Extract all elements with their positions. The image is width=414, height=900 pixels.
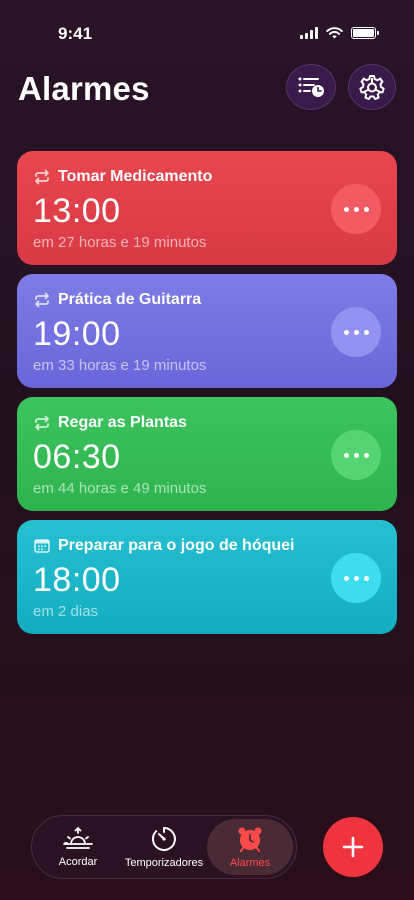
tab-label: Alarmes [229, 857, 271, 869]
gear-icon [359, 75, 385, 100]
tab-label: Temporizadores [124, 857, 204, 869]
cellular-signal-icon [300, 27, 318, 39]
more-options-button[interactable] [331, 184, 381, 234]
alarm-card[interactable]: Regar as Plantas 06:30 em 44 horas e 49 … [17, 397, 397, 511]
alarm-time: 06:30 [33, 438, 121, 476]
alarm-remaining: em 2 dias [33, 603, 99, 620]
more-options-button[interactable] [331, 430, 381, 480]
status-time: 9:41 [58, 24, 93, 43]
alarm-remaining: em 44 horas e 49 minutos [33, 480, 207, 497]
battery-icon [351, 27, 379, 39]
alarm-time: 19:00 [33, 315, 121, 353]
page-title: Alarmes [18, 70, 150, 107]
sunrise-icon [63, 826, 93, 849]
tab-alarmes[interactable]: Alarmes [207, 819, 293, 875]
timer-icon [151, 827, 176, 851]
wifi-icon [326, 27, 343, 39]
tab-acordar[interactable]: Acordar [35, 819, 121, 875]
settings-button[interactable] [348, 64, 396, 110]
list-clock-icon [298, 77, 324, 97]
alarm-remaining: em 27 horas e 19 minutos [33, 234, 207, 251]
status-icons [300, 27, 379, 39]
tab-label: Acordar [58, 856, 98, 868]
plus-icon [342, 836, 364, 858]
alarm-name: Prática de Guitarra [58, 291, 202, 308]
alarm-name: Regar as Plantas [58, 414, 187, 431]
tab-temporizadores[interactable]: Temporizadores [121, 819, 207, 875]
alarm-time: 13:00 [33, 192, 121, 230]
alarm-card[interactable]: Prática de Guitarra 19:00 em 33 horas e … [17, 274, 397, 388]
repeat-icon [35, 169, 49, 185]
alarm-clock-icon [238, 827, 262, 852]
alarm-card[interactable]: Preparar para o jogo de hóquei 18:00 em … [17, 520, 397, 634]
alarm-card[interactable]: Tomar Medicamento 13:00 em 27 horas e 19… [17, 151, 397, 265]
repeat-icon [35, 292, 49, 308]
calendar-icon [34, 539, 50, 553]
alarm-list: Tomar Medicamento 13:00 em 27 horas e 19… [17, 151, 397, 643]
alarm-name: Tomar Medicamento [58, 168, 213, 185]
alarm-name: Preparar para o jogo de hóquei [58, 537, 295, 554]
more-options-button[interactable] [331, 307, 381, 357]
tab-bar: Acordar Temporizadores Alarmes [31, 815, 297, 879]
repeat-icon [35, 415, 49, 431]
header: Alarmes [18, 64, 396, 112]
alarm-remaining: em 33 horas e 19 minutos [33, 357, 207, 374]
sort-list-button[interactable] [286, 64, 336, 110]
alarm-time: 18:00 [33, 561, 121, 599]
more-options-button[interactable] [331, 553, 381, 603]
add-alarm-button[interactable] [323, 817, 383, 877]
status-bar: 9:41 [0, 0, 414, 56]
